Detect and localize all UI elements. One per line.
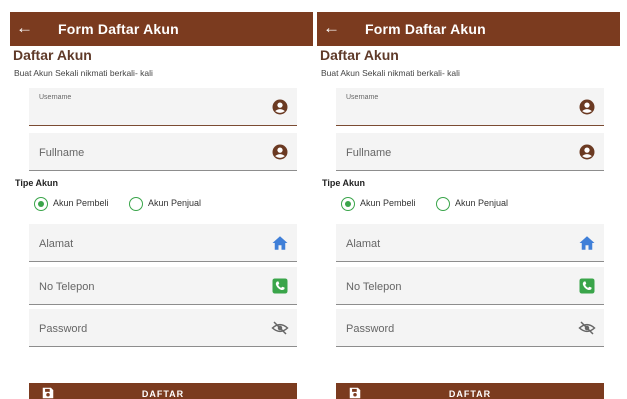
arrow-left-icon[interactable]: ← xyxy=(323,18,340,38)
alamat-placeholder: Alamat xyxy=(39,238,74,250)
password-field[interactable]: Password xyxy=(29,309,297,347)
daftar-button-label: DAFTAR xyxy=(448,389,492,399)
phone-icon xyxy=(272,278,288,294)
alamat-field[interactable]: Alamat xyxy=(336,224,604,262)
page-subtitle: Buat Akun Sekali nikmati berkali- kali xyxy=(14,68,153,78)
radio-akun-pembeli[interactable] xyxy=(341,197,355,211)
app-bar-title: Form Daftar Akun xyxy=(58,21,179,37)
account-circle-icon xyxy=(272,99,288,115)
fullname-placeholder: Fullname xyxy=(346,147,392,159)
page-heading: Daftar Akun xyxy=(13,47,92,63)
radio-akun-pembeli-label[interactable]: Akun Pembeli xyxy=(360,198,416,208)
account-circle-icon xyxy=(579,144,595,160)
registration-panel-left: ← Form Daftar Akun Daftar Akun Buat Akun… xyxy=(10,0,313,399)
radio-akun-penjual-label[interactable]: Akun Penjual xyxy=(148,198,201,208)
eye-off-icon[interactable] xyxy=(578,319,596,337)
fullname-field[interactable]: Fullname xyxy=(336,133,604,171)
radio-akun-penjual[interactable] xyxy=(436,197,450,211)
telepon-placeholder: No Telepon xyxy=(346,281,402,293)
radio-akun-pembeli-label[interactable]: Akun Pembeli xyxy=(53,198,109,208)
username-label: Username xyxy=(346,94,379,101)
telepon-field[interactable]: No Telepon xyxy=(29,267,297,305)
password-field[interactable]: Password xyxy=(336,309,604,347)
alamat-field[interactable]: Alamat xyxy=(29,224,297,262)
home-icon xyxy=(579,236,595,250)
account-type-label: Tipe Akun xyxy=(15,178,59,188)
fullname-placeholder: Fullname xyxy=(39,147,85,159)
app-bar-title: Form Daftar Akun xyxy=(365,21,486,37)
username-label: Username xyxy=(39,94,72,101)
daftar-button[interactable]: DAFTAR xyxy=(336,383,604,399)
eye-off-icon[interactable] xyxy=(271,319,289,337)
arrow-left-icon[interactable]: ← xyxy=(16,18,33,38)
fullname-field[interactable]: Fullname xyxy=(29,133,297,171)
password-placeholder: Password xyxy=(39,323,88,335)
app-bar: ← Form Daftar Akun xyxy=(317,12,620,46)
username-field[interactable]: Username xyxy=(29,88,297,126)
telepon-field[interactable]: No Telepon xyxy=(336,267,604,305)
telepon-placeholder: No Telepon xyxy=(39,281,95,293)
radio-akun-pembeli[interactable] xyxy=(34,197,48,211)
radio-akun-penjual[interactable] xyxy=(129,197,143,211)
daftar-button[interactable]: DAFTAR xyxy=(29,383,297,399)
radio-akun-penjual-label[interactable]: Akun Penjual xyxy=(455,198,508,208)
alamat-placeholder: Alamat xyxy=(346,238,381,250)
phone-icon xyxy=(579,278,595,294)
password-placeholder: Password xyxy=(346,323,395,335)
page-heading: Daftar Akun xyxy=(320,47,399,63)
account-circle-icon xyxy=(579,99,595,115)
daftar-button-label: DAFTAR xyxy=(141,389,185,399)
account-circle-icon xyxy=(272,144,288,160)
home-icon xyxy=(272,236,288,250)
page-subtitle: Buat Akun Sekali nikmati berkali- kali xyxy=(321,68,460,78)
username-field[interactable]: Username xyxy=(336,88,604,126)
account-type-label: Tipe Akun xyxy=(322,178,366,188)
app-bar: ← Form Daftar Akun xyxy=(10,12,313,46)
registration-panel-right: ← Form Daftar Akun Daftar Akun Buat Akun… xyxy=(317,0,620,399)
